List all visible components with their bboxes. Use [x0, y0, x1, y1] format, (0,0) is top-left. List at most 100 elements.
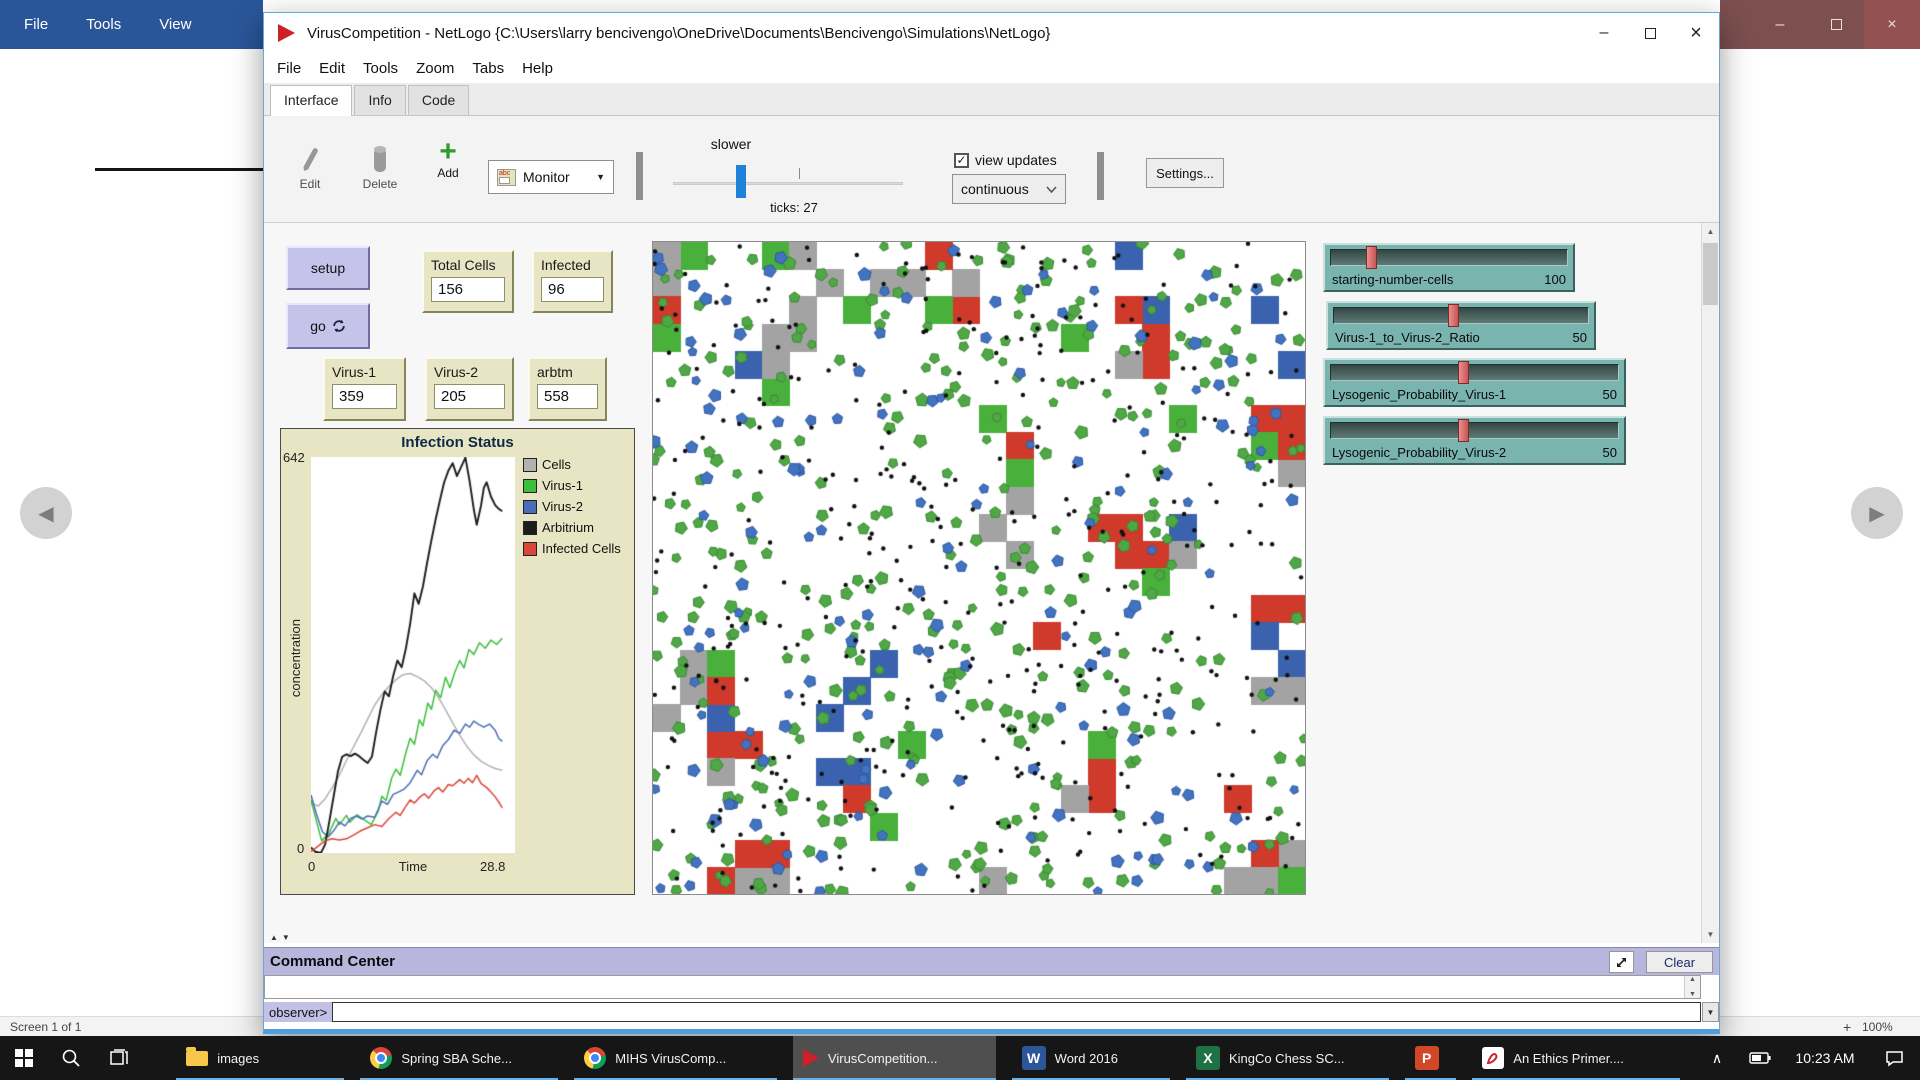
taskbar-app-mihs-viruscomp[interactable]: MIHS VirusComp... — [574, 1036, 777, 1080]
taskbar-app-ethics-primer[interactable]: An Ethics Primer.... — [1472, 1036, 1680, 1080]
legend-swatch-cells — [523, 458, 537, 472]
tab-interface[interactable]: Interface — [270, 85, 352, 116]
menu-help[interactable]: Help — [515, 56, 560, 81]
zoom-in-button[interactable]: + — [1843, 1019, 1851, 1035]
menu-tools[interactable]: Tools — [356, 56, 405, 81]
task-view-button[interactable] — [95, 1036, 142, 1080]
menu-edit[interactable]: Edit — [312, 56, 352, 81]
taskbar-app-powerpoint[interactable]: P — [1405, 1036, 1457, 1080]
command-input[interactable] — [332, 1002, 1701, 1022]
scroll-up-icon[interactable]: ▲ — [1689, 976, 1696, 983]
scroll-up-icon[interactable]: ▲ — [1702, 223, 1719, 240]
titlebar[interactable]: VirusCompetition - NetLogo {C:\Users\lar… — [264, 13, 1719, 53]
view-updates-checkbox[interactable]: ✓ — [954, 153, 969, 168]
monitor-value: 156 — [431, 277, 505, 302]
slider-groove — [1333, 307, 1589, 324]
monitor-value: 359 — [332, 384, 397, 409]
legend-item: Cells — [523, 457, 621, 472]
command-center-title: Command Center — [264, 953, 395, 970]
menu-file[interactable]: File — [270, 56, 308, 81]
update-mode-value: continuous — [961, 181, 1029, 197]
edit-widget-button[interactable]: Edit — [278, 144, 342, 191]
bg-menu-view[interactable]: View — [159, 16, 191, 33]
taskbar-app-spring-sba[interactable]: Spring SBA Sche... — [360, 1036, 558, 1080]
taskbar-app-kingco-chess[interactable]: X KingCo Chess SC... — [1186, 1036, 1389, 1080]
taskbar-app-word[interactable]: W Word 2016 — [1012, 1036, 1170, 1080]
taskbar-app-images[interactable]: images — [176, 1036, 344, 1080]
slider-handle[interactable] — [1366, 246, 1377, 269]
y-axis-max-label: 642 — [283, 450, 305, 465]
delete-widget-button[interactable]: Delete — [348, 144, 412, 191]
command-center-output[interactable]: ▲▼ — [264, 975, 1701, 999]
command-center-expand-button[interactable] — [1609, 951, 1634, 973]
plot-canvas — [311, 457, 515, 853]
monitor-total-cells: Total Cells 156 — [422, 250, 514, 313]
add-widget-button[interactable]: + Add — [416, 138, 480, 180]
bg-close-button[interactable]: × — [1864, 0, 1920, 49]
go-button[interactable]: go — [286, 303, 370, 349]
maximize-icon — [1645, 28, 1656, 39]
next-screen-button[interactable]: ▶ — [1851, 487, 1903, 539]
plot-area — [311, 457, 515, 853]
slider-handle[interactable] — [1448, 304, 1459, 327]
command-center-splitter[interactable]: ▲▼ — [270, 933, 294, 942]
bg-menu-tools[interactable]: Tools — [86, 16, 121, 33]
monitor-value: 205 — [434, 384, 505, 409]
scroll-thumb[interactable] — [1703, 243, 1718, 305]
search-button[interactable] — [47, 1036, 94, 1080]
powerpoint-icon: P — [1415, 1046, 1439, 1070]
taskbar-app-label: Spring SBA Sche... — [401, 1051, 512, 1066]
clock[interactable]: 10:23 AM — [1782, 1036, 1868, 1080]
zoom-level-label: 100% — [1862, 1020, 1893, 1034]
start-button[interactable] — [0, 1036, 47, 1080]
close-button[interactable]: × — [1673, 13, 1719, 53]
taskbar-app-label: MIHS VirusComp... — [615, 1051, 726, 1066]
slider-handle[interactable] — [1458, 419, 1469, 442]
output-scrollbar[interactable]: ▲▼ — [1684, 976, 1700, 998]
dropdown-arrow-icon: ▼ — [596, 172, 605, 182]
prev-screen-button[interactable]: ◀ — [20, 487, 72, 539]
speed-slider-track[interactable] — [673, 182, 903, 185]
scroll-down-icon[interactable]: ▼ — [1702, 926, 1719, 943]
monitor-label: Total Cells — [431, 257, 505, 273]
command-history-dropdown[interactable]: ▼ — [1702, 1002, 1719, 1022]
settings-button[interactable]: Settings... — [1146, 158, 1224, 188]
slider-value: 100 — [1544, 272, 1566, 287]
observer-prompt[interactable]: observer> — [264, 1002, 332, 1022]
update-mode-dropdown[interactable]: continuous — [952, 174, 1066, 204]
plot-legend: Cells Virus-1 Virus-2 Arbitrium Infected… — [523, 457, 621, 562]
right-arrow-icon: ▶ — [1869, 501, 1884, 526]
tab-info[interactable]: Info — [354, 85, 405, 115]
world-view — [652, 241, 1306, 895]
speed-slider-handle[interactable] — [736, 165, 746, 198]
bg-menu-file[interactable]: File — [24, 16, 48, 33]
interface-canvas: setup go Total Cells 156 Infected 96 Vir… — [264, 223, 1719, 943]
setup-button[interactable]: setup — [286, 246, 370, 290]
menu-zoom[interactable]: Zoom — [409, 56, 461, 81]
clear-button[interactable]: Clear — [1646, 951, 1713, 973]
toolbar-separator-2 — [1097, 152, 1104, 200]
bg-minimize-button[interactable]: – — [1752, 0, 1808, 49]
taskbar-app-label: KingCo Chess SC... — [1229, 1051, 1345, 1066]
slider-value: 50 — [1573, 330, 1587, 345]
menu-tabs[interactable]: Tabs — [465, 56, 511, 81]
search-icon — [61, 1048, 81, 1068]
taskbar-app-viruscompetition[interactable]: VirusCompetition... — [793, 1036, 996, 1080]
maximize-button[interactable] — [1627, 13, 1673, 53]
tray-chevron-up[interactable]: ∧ — [1696, 1036, 1738, 1080]
scroll-down-icon[interactable]: ▼ — [1689, 991, 1696, 998]
widget-type-dropdown[interactable]: abc Monitor ▼ — [488, 160, 614, 194]
toolbar: Edit Delete + Add abc Monitor ▼ slower t… — [264, 116, 1719, 223]
toolbar-separator — [636, 152, 643, 200]
slider-handle[interactable] — [1458, 361, 1469, 384]
notification-center-icon[interactable] — [1868, 1036, 1920, 1080]
main-vertical-scrollbar[interactable]: ▲ ▼ — [1701, 223, 1718, 943]
folder-icon — [186, 1051, 208, 1066]
battery-icon[interactable] — [1738, 1036, 1782, 1080]
bg-maximize-button[interactable] — [1808, 0, 1864, 49]
legend-swatch-arbitrium — [523, 521, 537, 535]
view-updates-label: view updates — [975, 152, 1057, 168]
window-title: VirusCompetition - NetLogo {C:\Users\lar… — [307, 25, 1050, 42]
tab-code[interactable]: Code — [408, 85, 469, 115]
minimize-button[interactable]: – — [1581, 13, 1627, 53]
